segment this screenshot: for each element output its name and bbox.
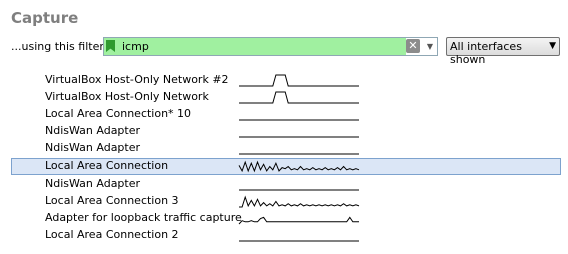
traffic-sparkline: [239, 119, 359, 121]
sparkline-path: [238, 160, 360, 173]
capture-filter-input[interactable]: icmp: [104, 38, 406, 55]
traffic-sparkline: [239, 189, 359, 191]
filter-dropdown-icon[interactable]: ▼: [424, 41, 436, 53]
interface-name: VirtualBox Host-Only Network: [45, 90, 209, 103]
traffic-sparkline: [239, 153, 359, 155]
sparkline-path: [239, 91, 359, 104]
traffic-sparkline: [239, 195, 360, 208]
interface-row[interactable]: Local Area Connection 3: [11, 193, 561, 210]
traffic-sparkline: [238, 160, 360, 173]
interface-name: VirtualBox Host-Only Network #2: [45, 73, 229, 86]
interfaces-shown-label: All interfaces shown: [450, 40, 522, 66]
capture-filter-field[interactable]: icmp ✕ ▼: [103, 37, 438, 56]
interface-row[interactable]: NdisWan Adapter: [11, 176, 561, 193]
filter-text: icmp: [122, 40, 149, 53]
interface-row[interactable]: NdisWan Adapter: [11, 123, 561, 140]
clear-filter-icon[interactable]: ✕: [406, 39, 420, 53]
interface-name: Local Area Connection 2: [45, 228, 179, 241]
interface-row[interactable]: Adapter for loopback traffic capture: [11, 210, 561, 227]
interface-row[interactable]: VirtualBox Host-Only Network: [11, 89, 561, 106]
interfaces-shown-dropdown[interactable]: All interfaces shown ▼: [446, 37, 560, 66]
traffic-sparkline: [238, 216, 359, 225]
filter-label: ...using this filter:: [11, 40, 108, 53]
traffic-sparkline: [239, 91, 359, 104]
interface-row[interactable]: Local Area Connection* 10: [11, 106, 561, 123]
interface-name: Adapter for loopback traffic capture: [45, 211, 242, 224]
interface-row[interactable]: NdisWan Adapter: [11, 140, 561, 157]
interface-name: Local Area Connection* 10: [45, 107, 192, 120]
traffic-sparkline: [239, 136, 359, 138]
capture-section-title: Capture: [11, 9, 79, 27]
chevron-down-icon: ▼: [549, 41, 556, 51]
interface-name: NdisWan Adapter: [45, 124, 141, 137]
traffic-sparkline: [239, 240, 359, 242]
traffic-sparkline: [239, 74, 359, 87]
sparkline-path: [238, 216, 359, 225]
bookmark-icon[interactable]: [106, 40, 115, 52]
interface-row[interactable]: VirtualBox Host-Only Network #2: [11, 72, 561, 89]
interface-name: Local Area Connection: [45, 159, 169, 172]
interface-name: NdisWan Adapter: [45, 141, 141, 154]
sparkline-path: [239, 195, 360, 208]
interface-name: NdisWan Adapter: [45, 177, 141, 190]
interface-name: Local Area Connection 3: [45, 194, 179, 207]
sparkline-path: [239, 74, 359, 87]
interface-row[interactable]: Local Area Connection 2: [11, 227, 561, 244]
interface-row[interactable]: Local Area Connection: [11, 158, 561, 175]
